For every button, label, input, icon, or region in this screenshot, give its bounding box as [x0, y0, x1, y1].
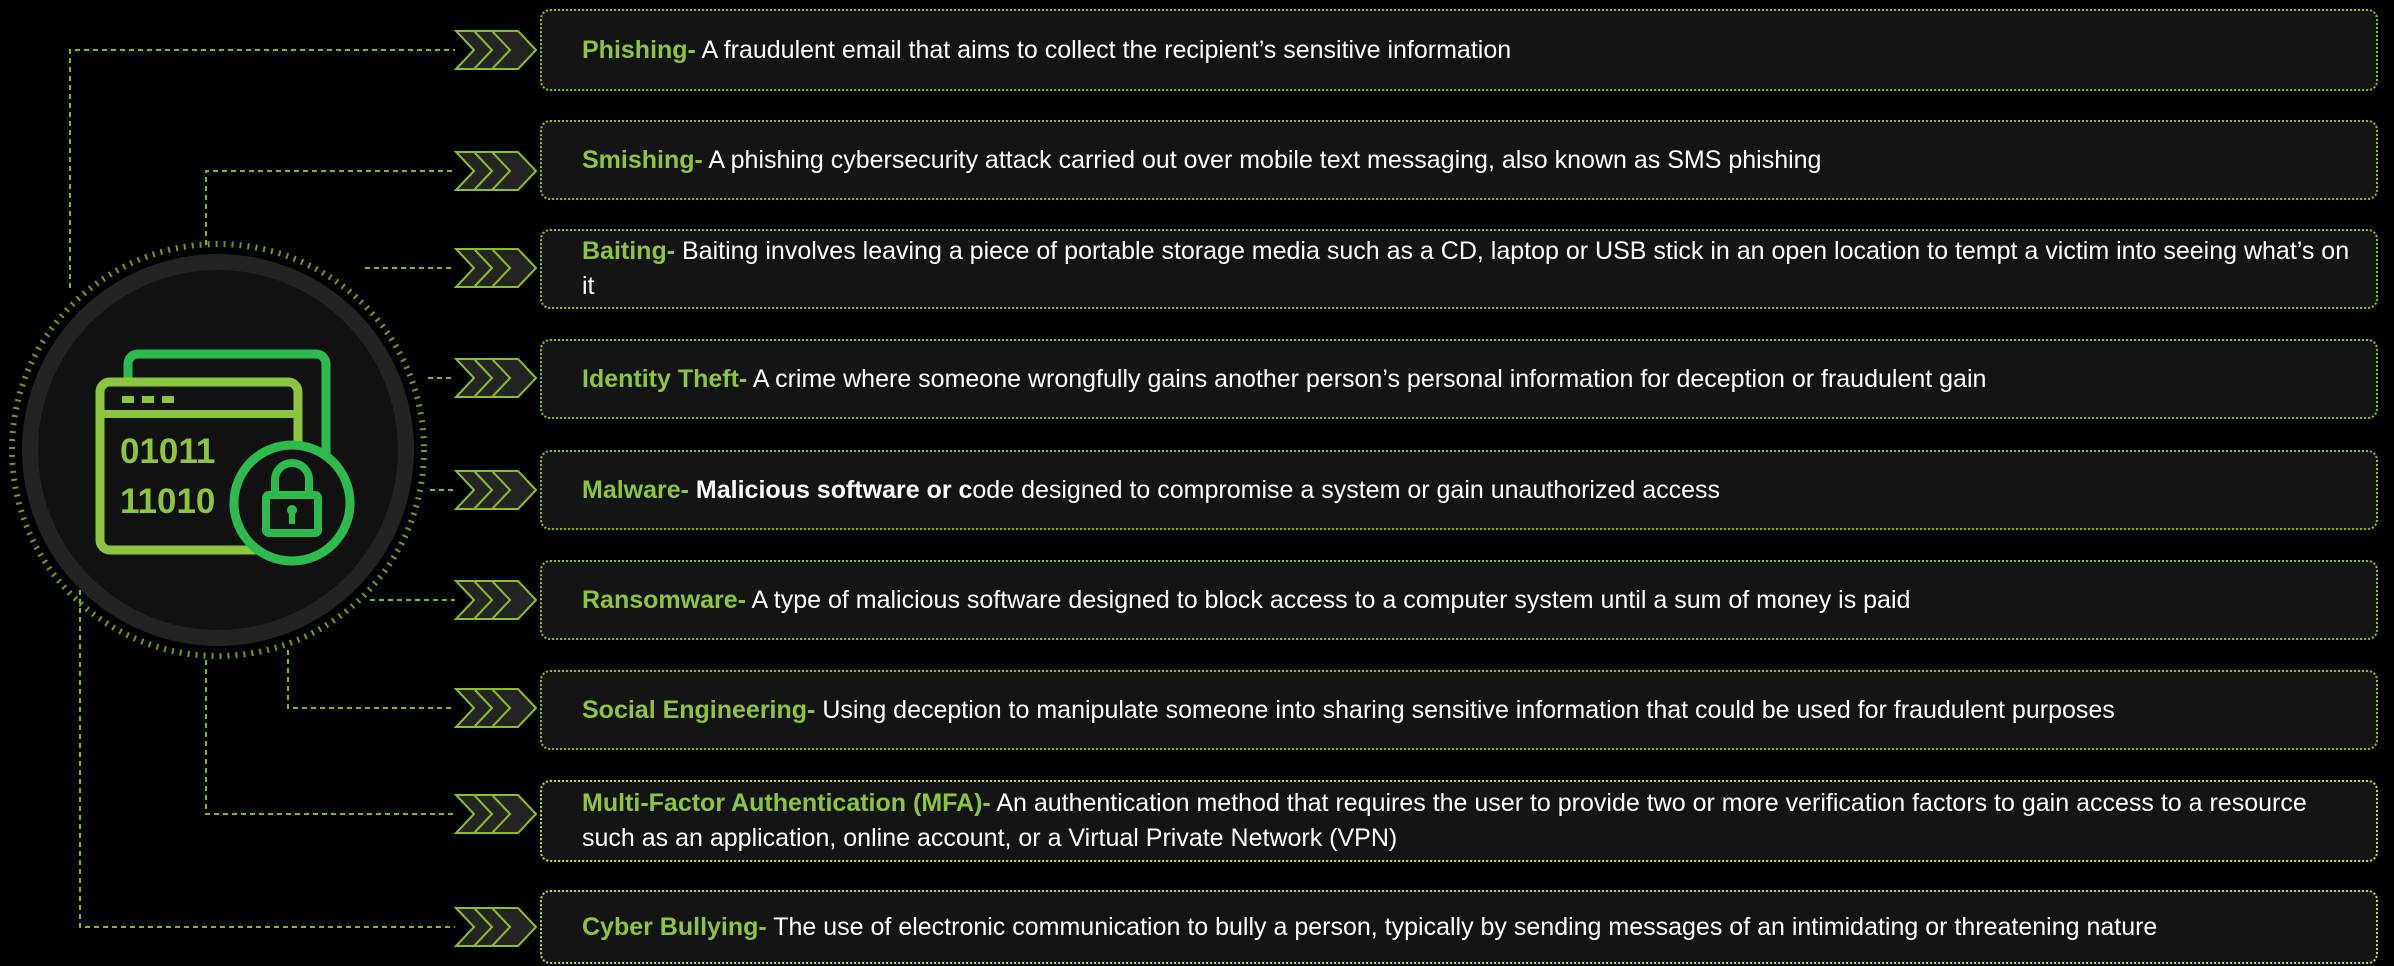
connector-smishing	[205, 170, 455, 245]
term-label: Smishing-	[582, 145, 703, 174]
term-definition: Baiting involves leaving a piece of port…	[582, 237, 2350, 300]
term-definition: A phishing cybersecurity attack carried …	[702, 145, 1822, 174]
chevron-arrow-icon	[452, 578, 542, 622]
term-definition-bold: Malicious software or c	[688, 475, 973, 504]
term-definition: A type of malicious software designed to…	[745, 585, 1911, 614]
term-box-baiting: Baiting- Baiting involves leaving a piec…	[540, 229, 2378, 309]
term-definition: A crime where someone wrongfully gains a…	[747, 364, 1987, 393]
chevron-arrow-icon	[452, 468, 542, 512]
term-box-mfa: Multi-Factor Authentication (MFA)- An au…	[540, 780, 2378, 862]
term-box-smishing: Smishing- A phishing cybersecurity attac…	[540, 120, 2378, 200]
chevron-arrow-icon	[452, 356, 542, 400]
term-definition: The use of electronic communication to b…	[766, 912, 2158, 941]
chevron-arrow-icon	[452, 792, 542, 836]
term-label: Identity Theft-	[582, 364, 748, 393]
connector-mfa	[205, 660, 455, 815]
term-label: Multi-Factor Authentication (MFA)-	[582, 789, 991, 817]
term-definition: A fraudulent email that aims to collect …	[695, 35, 1512, 64]
binary-line-1: 01011	[120, 432, 215, 471]
term-label: Cyber Bullying-	[582, 912, 767, 941]
term-box-phishing: Phishing- A fraudulent email that aims t…	[540, 9, 2378, 91]
term-label: Malware-	[582, 475, 689, 504]
binary-line-2: 11010	[120, 482, 215, 521]
term-box-cyber-bullying: Cyber Bullying- The use of electronic co…	[540, 890, 2378, 964]
term-box-social-engineering: Social Engineering- Using deception to m…	[540, 670, 2378, 750]
term-box-ransomware: Ransomware- A type of malicious software…	[540, 560, 2378, 640]
chevron-arrow-icon	[452, 149, 542, 193]
term-label: Phishing-	[582, 35, 696, 64]
connector-phishing	[69, 49, 455, 288]
chevron-arrow-icon	[452, 28, 542, 72]
padlock-icon	[229, 440, 355, 566]
diagram-stage: 01011 11010 Phishing- A fraudulent email…	[0, 0, 2394, 966]
chevron-arrow-icon	[452, 686, 542, 730]
term-definition: Using deception to manipulate someone in…	[815, 695, 2115, 724]
term-label: Ransomware-	[582, 585, 746, 614]
term-definition: ode designed to compromise a system or g…	[972, 475, 1721, 504]
chevron-arrow-icon	[452, 905, 542, 949]
term-label: Social Engineering-	[582, 695, 816, 724]
term-box-identity-theft: Identity Theft- A crime where someone wr…	[540, 339, 2378, 419]
term-label: Baiting-	[582, 237, 676, 265]
term-box-malware: Malware- Malicious software or code desi…	[540, 450, 2378, 530]
connector-social-engineering	[287, 650, 455, 709]
chevron-arrow-icon	[452, 246, 542, 290]
connector-cyber-bullying	[79, 590, 455, 928]
